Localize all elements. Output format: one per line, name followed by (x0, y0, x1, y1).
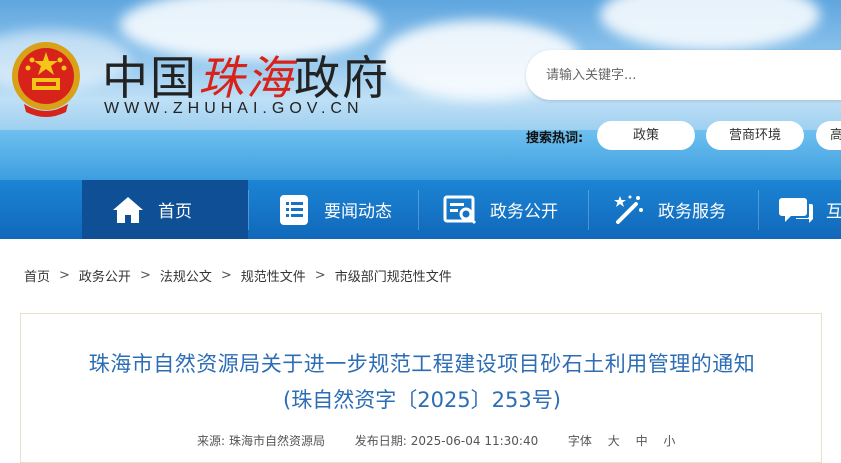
nav-divider (758, 190, 759, 230)
national-emblem-icon (12, 42, 80, 117)
date-value: 2025-06-04 11:30:40 (410, 434, 539, 448)
hot-search-label: 搜索热词: (526, 131, 584, 146)
font-size-large-button[interactable]: 大 (608, 434, 620, 448)
nav-item-gov-services[interactable]: 政务服务 (598, 180, 758, 239)
hot-tag-business-environment[interactable]: 营商环境 (706, 121, 804, 150)
font-size-small-button[interactable]: 小 (663, 434, 675, 448)
header-banner: 中国珠海政府 WWW.ZHUHAI.GOV.CN 搜索热词: 政策 营商环境 高 (0, 0, 841, 180)
nav-item-label: 政务公开 (490, 202, 558, 222)
date-label: 发布日期: (354, 434, 407, 448)
nav-divider (588, 190, 589, 230)
nav-item-label: 互 (826, 202, 841, 222)
site-title-city: 珠海 (198, 51, 294, 105)
site-title: 中国珠海政府 (102, 42, 390, 108)
breadcrumb-regulations[interactable]: 法规公文 (160, 266, 212, 285)
font-size-medium-button[interactable]: 中 (636, 434, 648, 448)
nav-item-label: 政务服务 (658, 202, 726, 222)
nav-item-home[interactable]: 首页 (82, 180, 248, 239)
nav-divider (248, 190, 249, 230)
breadcrumb: 首页 > 政务公开 > 法规公文 > 规范性文件 > 市级部门规范性文件 (24, 266, 452, 285)
article-title: 珠海市自然资源局关于进一步规范工程建设项目砂石土利用管理的通知 (88, 352, 756, 376)
nav-divider (418, 190, 419, 230)
cloud-decoration (600, 0, 820, 50)
list-icon (280, 194, 308, 225)
font-size-label: 字体 (567, 434, 592, 448)
hot-tag-policy[interactable]: 政策 (597, 121, 695, 150)
breadcrumb-gov-affairs[interactable]: 政务公开 (79, 266, 131, 285)
source-label: 来源: (197, 434, 226, 448)
nav-item-label: 首页 (158, 202, 192, 222)
breadcrumb-normative-docs[interactable]: 规范性文件 (241, 266, 306, 285)
chat-icon (779, 197, 813, 223)
breadcrumb-separator: > (220, 268, 232, 283)
nav-item-interaction[interactable]: 互 (768, 180, 841, 239)
search-box[interactable] (526, 50, 841, 100)
hot-tag-more[interactable]: 高 (816, 121, 841, 150)
site-title-part: 政府 (294, 51, 390, 105)
magic-wand-icon (614, 195, 643, 224)
source-value: 珠海市自然资源局 (229, 434, 326, 448)
breadcrumb-home[interactable]: 首页 (24, 266, 50, 285)
main-nav: 首页 要闻动态 政务公开 政务服务 互 (0, 180, 841, 239)
breadcrumb-separator: > (314, 268, 326, 283)
nav-item-label: 要闻动态 (324, 202, 392, 222)
breadcrumb-municipal-docs[interactable]: 市级部门规范性文件 (335, 266, 452, 285)
document-search-icon (443, 195, 477, 224)
site-title-part: 中国 (102, 51, 198, 105)
nav-item-news[interactable]: 要闻动态 (258, 180, 418, 239)
site-url: WWW.ZHUHAI.GOV.CN (104, 100, 364, 117)
article-doc-number: (珠自然资字〔2025〕253号) (283, 388, 561, 412)
home-icon (113, 196, 143, 223)
breadcrumb-separator: > (139, 268, 151, 283)
search-input[interactable] (546, 65, 826, 85)
nav-item-gov-affairs[interactable]: 政务公开 (428, 180, 588, 239)
article-panel: 珠海市自然资源局关于进一步规范工程建设项目砂石土利用管理的通知 (珠自然资字〔2… (20, 313, 822, 463)
article-meta: 来源: 珠海市自然资源局 发布日期: 2025-06-04 11:30:40 字体 … (197, 432, 679, 449)
breadcrumb-separator: > (59, 268, 70, 283)
